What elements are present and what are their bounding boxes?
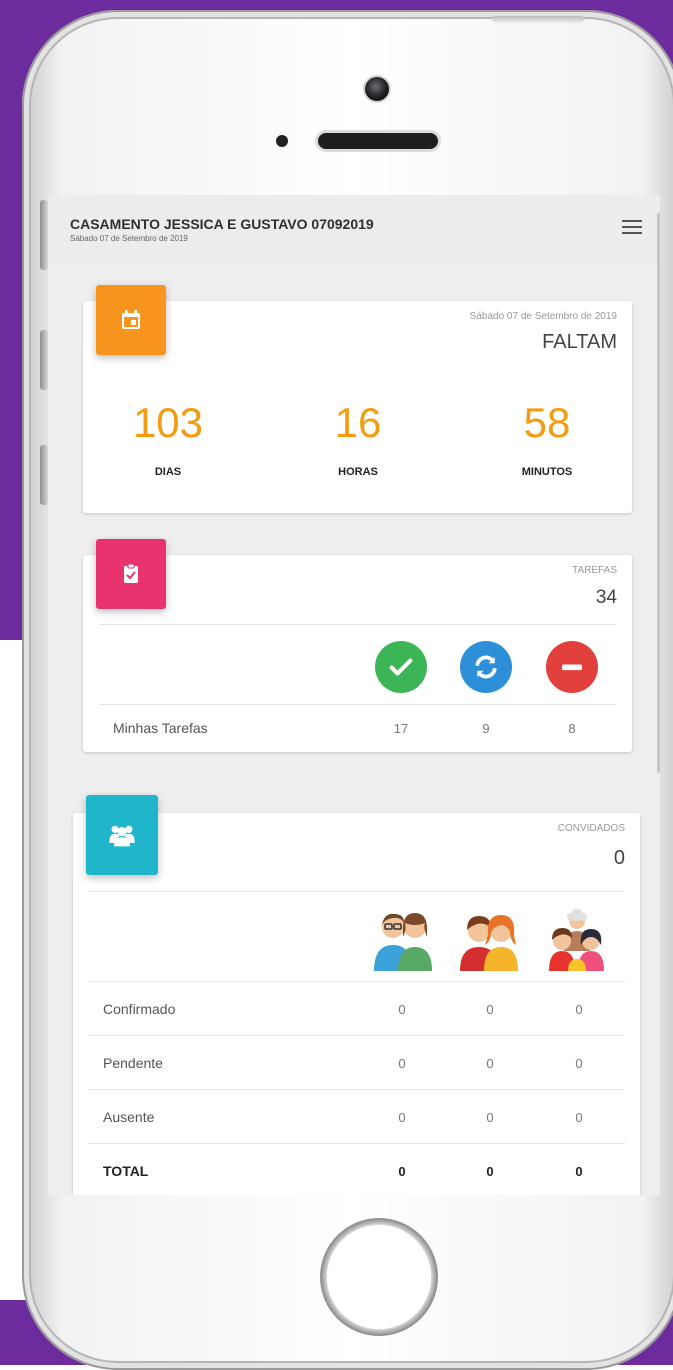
days-value: 103: [132, 399, 204, 446]
tasks-total: 34: [595, 587, 617, 608]
tasks-in-progress-count: 9: [482, 721, 490, 736]
mute-switch: [40, 445, 48, 505]
tasks-done-count: 17: [393, 721, 409, 736]
guests-total: 0: [613, 847, 625, 869]
pending-count: 0: [398, 1056, 406, 1071]
row-confirmed-label: Confirmado: [103, 1001, 176, 1017]
hours-value: 16: [334, 399, 382, 446]
home-button[interactable]: [320, 1218, 438, 1336]
countdown-date: Sábado 07 de Setembro de 2019: [469, 311, 617, 322]
volume-up-button: [40, 200, 48, 270]
absent-count: 0: [398, 1110, 406, 1125]
in-progress-sync-icon: [460, 641, 512, 693]
power-button: [492, 16, 584, 23]
divider: [88, 981, 625, 982]
divider: [88, 1089, 625, 1090]
absent-count: 0: [575, 1110, 583, 1125]
row-absent-label: Ausente: [103, 1109, 155, 1125]
guests-label: CONVIDADOS: [557, 823, 625, 834]
divider: [88, 891, 625, 892]
pending-count: 0: [486, 1056, 494, 1071]
confirmed-count: 0: [575, 1002, 583, 1017]
blocked-minus-icon: [546, 641, 598, 693]
countdown-heading: FALTAM: [542, 331, 617, 353]
total-count: 0: [486, 1164, 494, 1179]
confirmed-count: 0: [486, 1002, 494, 1017]
hamburger-menu-icon[interactable]: [622, 220, 644, 236]
divider: [100, 704, 616, 705]
my-tasks-label: Minhas Tarefas: [113, 720, 208, 736]
days-label: DIAS: [154, 466, 182, 478]
clipboard-check-icon: [96, 539, 166, 609]
divider: [88, 1035, 625, 1036]
front-camera: [365, 77, 389, 101]
app-header: CASAMENTO JESSICA E GUSTAVO 07092019 Sáb…: [48, 195, 660, 265]
minutes-label: MINUTOS: [521, 466, 573, 478]
confirmed-count: 0: [398, 1002, 406, 1017]
total-count: 0: [575, 1164, 583, 1179]
young-couple-icon: [457, 905, 523, 971]
family-icon: [544, 905, 610, 971]
hours-label: HORAS: [338, 466, 378, 478]
tasks-blocked-count: 8: [568, 721, 576, 736]
adult-couple-icon: [371, 905, 437, 971]
earpiece-speaker: [318, 133, 438, 149]
minutes-value: 58: [523, 399, 571, 446]
scrollbar[interactable]: [657, 213, 660, 773]
users-group-icon: [86, 795, 158, 875]
pending-count: 0: [575, 1056, 583, 1071]
row-total-label: TOTAL: [103, 1163, 149, 1179]
calendar-icon: [96, 285, 166, 355]
proximity-sensor: [276, 135, 288, 147]
divider: [88, 1143, 625, 1144]
app-screen: CASAMENTO JESSICA E GUSTAVO 07092019 Sáb…: [48, 195, 660, 1195]
event-title: CASAMENTO JESSICA E GUSTAVO 07092019: [70, 216, 374, 232]
done-check-icon: [375, 641, 427, 693]
absent-count: 0: [486, 1110, 494, 1125]
row-pending-label: Pendente: [103, 1055, 163, 1071]
guests-card[interactable]: CONVIDADOS 0 Confirmado 0 0 0 Pendente 0…: [73, 813, 640, 1195]
event-date: Sábado 07 de Setembro de 2019: [70, 234, 188, 243]
total-count: 0: [398, 1164, 406, 1179]
volume-down-button: [40, 330, 48, 390]
tasks-label: TAREFAS: [572, 565, 617, 576]
divider: [100, 624, 616, 625]
